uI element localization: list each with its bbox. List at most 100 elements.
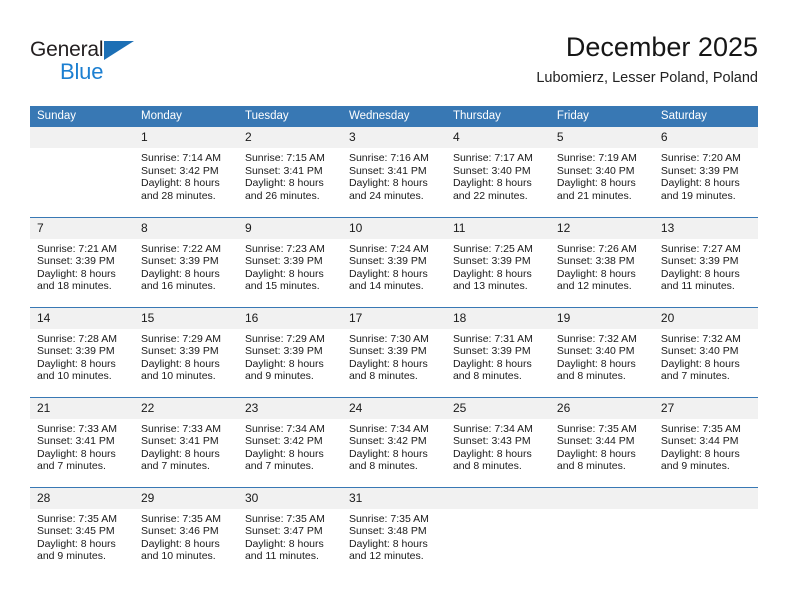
day-cell-inner: 17 Sunrise: 7:30 AM Sunset: 3:39 PM Dayligh…: [341, 307, 446, 397]
day-cell-inner: 16 Sunrise: 7:29 AM Sunset: 3:39 PM Dayligh…: [237, 307, 342, 397]
calendar-day-cell[interactable]: 24 Sunrise: 7:34 AM Sunset: 3:42 PM Dayligh…: [341, 396, 446, 487]
calendar-day-cell[interactable]: 25 Sunrise: 7:34 AM Sunset: 3:43 PM Dayligh…: [445, 396, 550, 487]
day-sunrise-text: Sunrise: 7:20 AM: [660, 152, 741, 164]
day-cell-inner: 26 Sunrise: 7:35 AM Sunset: 3:44 PM Dayligh…: [549, 397, 654, 487]
calendar-day-cell[interactable]: 15 Sunrise: 7:29 AM Sunset: 3:39 PM Dayligh…: [133, 306, 238, 397]
day-details: Sunrise: 7:27 AM Sunset: 3:39 PM Daylight:…: [654, 239, 758, 293]
calendar-day-cell[interactable]: 13 Sunrise: 7:27 AM Sunset: 3:39 PM Dayligh…: [653, 216, 758, 307]
day-daylight-text: Daylight: 8 hours: [244, 537, 324, 550]
day-sunrise-text: Sunrise: 7:35 AM: [244, 512, 325, 525]
calendar-day-cell[interactable]: 20 Sunrise: 7:32 AM Sunset: 3:40 PM Dayligh…: [653, 306, 758, 397]
calendar-day-cell[interactable]: 1 Sunrise: 7:14 AM Sunset: 3:42 PM Daylight…: [133, 127, 238, 217]
day-daylight-text: Daylight: 8 hours: [348, 357, 428, 370]
day-sunrise-text: Sunrise: 7:22 AM: [140, 242, 221, 255]
day-number: 10: [341, 217, 446, 239]
calendar-day-cell[interactable]: 6 Sunrise: 7:20 AM Sunset: 3:39 PM Daylight…: [653, 127, 758, 217]
calendar-day-cell[interactable]: 22 Sunrise: 7:33 AM Sunset: 3:41 PM Dayligh…: [133, 396, 238, 487]
day-number: 19: [549, 307, 654, 329]
day-cell-inner: 23 Sunrise: 7:34 AM Sunset: 3:42 PM Dayligh…: [237, 397, 342, 487]
calendar-day-cell[interactable]: 30 Sunrise: 7:35 AM Sunset: 3:47 PM Dayligh…: [237, 486, 342, 578]
day-number: 29: [133, 487, 238, 509]
calendar-day-cell[interactable]: 8 Sunrise: 7:22 AM Sunset: 3:39 PM Daylight…: [133, 216, 238, 307]
weekday-header-sunday: Sunday: [30, 106, 134, 127]
calendar-day-cell[interactable]: 23 Sunrise: 7:34 AM Sunset: 3:42 PM Dayligh…: [237, 396, 342, 487]
day-details: Sunrise: 7:15 AM Sunset: 3:41 PM Daylight:…: [238, 148, 342, 202]
day-sunrise-text: Sunrise: 7:27 AM: [660, 242, 741, 255]
day-details: Sunrise: 7:35 AM Sunset: 3:47 PM Daylight:…: [238, 509, 342, 563]
day-cell-inner: 7 Sunrise: 7:21 AM Sunset: 3:39 PM Daylight…: [30, 217, 134, 307]
day-daylight-text: Daylight: 8 hours: [348, 447, 428, 460]
day-details: Sunrise: 7:35 AM Sunset: 3:44 PM Daylight:…: [550, 419, 654, 473]
calendar-table: Sunday Monday Tuesday Wednesday Thursday…: [30, 106, 758, 577]
day-daylight-text: Daylight: 8 hours: [244, 177, 324, 190]
day-daylight-text: Daylight: 8 hours: [660, 447, 740, 460]
day-sunset-text: Sunset: 3:45 PM: [37, 525, 115, 538]
day-daylight-text: and 9 minutes.: [37, 550, 106, 563]
day-daylight-text: Daylight: 8 hours: [140, 537, 220, 550]
calendar-day-cell[interactable]: 11 Sunrise: 7:25 AM Sunset: 3:39 PM Dayligh…: [445, 216, 550, 307]
day-daylight-text: Daylight: 8 hours: [556, 447, 636, 460]
calendar-day-cell[interactable]: 29 Sunrise: 7:35 AM Sunset: 3:46 PM Dayligh…: [133, 486, 238, 577]
day-daylight-text: and 21 minutes.: [556, 189, 632, 202]
page-header: General Blue December 2025 Lubomierz, Le…: [30, 30, 758, 98]
day-sunset-text: Sunset: 3:44 PM: [556, 435, 635, 448]
day-sunrise-text: Sunrise: 7:24 AM: [348, 242, 429, 255]
day-daylight-text: and 10 minutes.: [140, 370, 216, 383]
calendar-day-cell[interactable]: 21 Sunrise: 7:33 AM Sunset: 3:41 PM Dayligh…: [30, 396, 134, 487]
calendar-day-cell[interactable]: 19 Sunrise: 7:32 AM Sunset: 3:40 PM Dayligh…: [549, 306, 654, 397]
day-sunset-text: Sunset: 3:39 PM: [452, 255, 531, 268]
day-number: 11: [445, 217, 550, 239]
day-sunrise-text: Sunrise: 7:28 AM: [37, 332, 117, 345]
day-daylight-text: and 16 minutes.: [140, 280, 216, 293]
day-daylight-text: and 8 minutes.: [452, 460, 522, 473]
calendar-day-cell[interactable]: 10 Sunrise: 7:24 AM Sunset: 3:39 PM Dayligh…: [341, 216, 446, 307]
day-daylight-text: and 11 minutes.: [660, 280, 735, 293]
calendar-day-cell[interactable]: 16 Sunrise: 7:29 AM Sunset: 3:39 PM Dayligh…: [237, 306, 342, 397]
weekday-header-tuesday: Tuesday: [237, 106, 342, 127]
day-daylight-text: and 8 minutes.: [348, 460, 418, 473]
day-number: 20: [653, 307, 758, 329]
calendar-day-cell[interactable]: 3 Sunrise: 7:16 AM Sunset: 3:41 PM Daylight…: [341, 127, 446, 217]
day-cell-inner: 6 Sunrise: 7:20 AM Sunset: 3:39 PM Daylight…: [653, 127, 758, 217]
calendar-day-cell[interactable]: 14 Sunrise: 7:28 AM Sunset: 3:39 PM Dayligh…: [30, 306, 134, 397]
day-number: [549, 487, 654, 509]
calendar-day-cell[interactable]: 4 Sunrise: 7:17 AM Sunset: 3:40 PM Daylight…: [445, 127, 550, 217]
calendar-day-cell[interactable]: 28 Sunrise: 7:35 AM Sunset: 3:45 PM Dayligh…: [30, 486, 134, 577]
calendar-day-cell[interactable]: 27 Sunrise: 7:35 AM Sunset: 3:44 PM Dayligh…: [653, 396, 758, 487]
calendar-day-cell[interactable]: 5 Sunrise: 7:19 AM Sunset: 3:40 PM Daylight…: [549, 127, 654, 217]
calendar-day-cell[interactable]: 26 Sunrise: 7:35 AM Sunset: 3:44 PM Dayligh…: [549, 396, 654, 487]
weekday-header-saturday: Saturday: [653, 106, 758, 127]
day-number: 15: [133, 307, 238, 329]
calendar-day-cell[interactable]: 17 Sunrise: 7:30 AM Sunset: 3:39 PM Dayligh…: [341, 306, 446, 397]
day-cell-inner: 30 Sunrise: 7:35 AM Sunset: 3:47 PM Dayligh…: [237, 487, 342, 578]
calendar-day-cell[interactable]: 7 Sunrise: 7:21 AM Sunset: 3:39 PM Daylight…: [30, 216, 134, 307]
day-daylight-text: Daylight: 8 hours: [348, 177, 428, 190]
day-sunrise-text: Sunrise: 7:35 AM: [556, 422, 637, 435]
calendar-day-cell: [549, 486, 654, 577]
day-number: 3: [341, 127, 446, 148]
calendar-day-cell[interactable]: 9 Sunrise: 7:23 AM Sunset: 3:39 PM Daylight…: [237, 216, 342, 307]
day-cell-inner: 2 Sunrise: 7:15 AM Sunset: 3:41 PM Daylight…: [237, 127, 342, 217]
page-subtitle: Lubomierz, Lesser Poland, Poland: [536, 70, 758, 86]
calendar-day-cell[interactable]: 31 Sunrise: 7:35 AM Sunset: 3:48 PM Dayligh…: [341, 486, 446, 577]
calendar-day-cell[interactable]: 2 Sunrise: 7:15 AM Sunset: 3:41 PM Daylight…: [237, 127, 342, 217]
calendar-day-cell[interactable]: 18 Sunrise: 7:31 AM Sunset: 3:39 PM Dayligh…: [445, 306, 550, 397]
day-cell-inner: 14 Sunrise: 7:28 AM Sunset: 3:39 PM Dayligh…: [30, 307, 134, 397]
day-cell-inner: [445, 487, 550, 578]
day-number: [653, 487, 758, 509]
day-sunset-text: Sunset: 3:41 PM: [140, 435, 219, 448]
day-details: Sunrise: 7:29 AM Sunset: 3:39 PM Daylight:…: [238, 329, 342, 383]
day-sunset-text: Sunset: 3:39 PM: [140, 255, 219, 268]
day-details: [446, 509, 550, 513]
day-number: 16: [237, 307, 342, 329]
day-number: 1: [133, 127, 238, 148]
day-sunset-text: Sunset: 3:48 PM: [348, 525, 427, 538]
day-sunrise-text: Sunrise: 7:34 AM: [452, 422, 533, 435]
calendar-day-cell[interactable]: 12 Sunrise: 7:26 AM Sunset: 3:38 PM Dayligh…: [549, 216, 654, 307]
day-daylight-text: and 19 minutes.: [660, 189, 736, 202]
day-number: 17: [341, 307, 446, 329]
day-sunset-text: Sunset: 3:39 PM: [348, 255, 427, 268]
day-cell-inner: 13 Sunrise: 7:27 AM Sunset: 3:39 PM Dayligh…: [653, 217, 758, 307]
day-number: 4: [445, 127, 550, 148]
day-sunrise-text: Sunrise: 7:35 AM: [348, 512, 429, 525]
